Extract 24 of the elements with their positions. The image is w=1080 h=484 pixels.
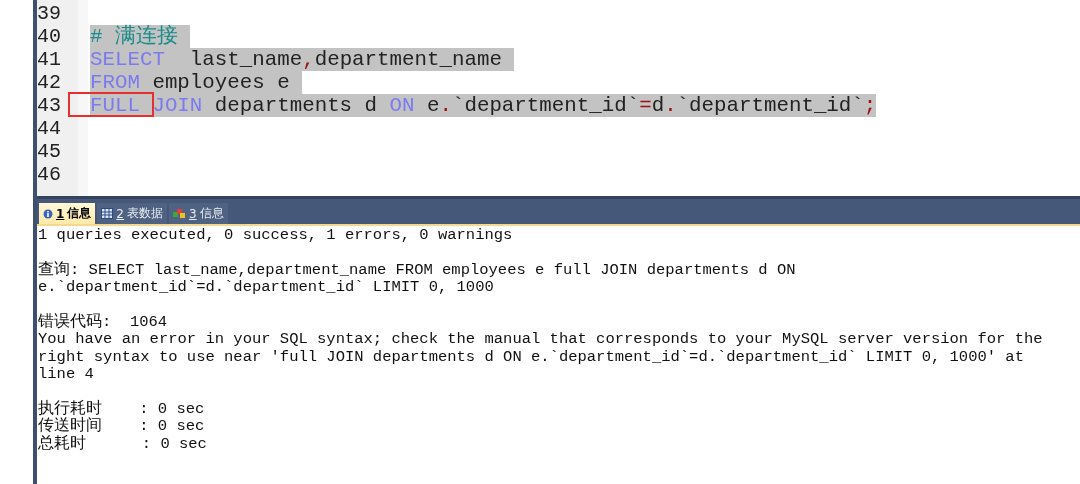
line-number: 39 bbox=[37, 2, 62, 25]
message-line: 错误代码: 1064 bbox=[38, 313, 169, 331]
line-number: 42 bbox=[37, 71, 62, 94]
line-number: 44 bbox=[37, 117, 62, 140]
line-number: 40 bbox=[37, 25, 62, 48]
message-line: 传送时间 : 0 sec bbox=[38, 418, 206, 435]
message-line: 执行耗时 : 0 sec bbox=[38, 400, 206, 418]
message-line: 总耗时 : 0 sec bbox=[38, 435, 208, 453]
info-icon bbox=[43, 208, 53, 219]
blocks-icon bbox=[173, 208, 186, 219]
message-line: 查询: SELECT last_name,department_name FROM employees e full JOIN departments d ON bbox=[38, 261, 797, 279]
result-tab[interactable]: 2 表数据 bbox=[97, 203, 167, 224]
line-number: 46 bbox=[37, 163, 62, 186]
result-tab[interactable]: 1 信息 bbox=[39, 203, 96, 224]
line-number: 45 bbox=[37, 140, 62, 163]
message-line: e.`department_id`=d.`department_id` LIMIT 0, 1000 bbox=[38, 279, 495, 297]
message-line: right syntax to use near 'full JOIN departments d ON e.`department_id`=d.`department_id` LIMIT 0, 1000' at bbox=[38, 348, 1025, 366]
result-tab[interactable]: 3 信息 bbox=[169, 203, 228, 224]
line-number: 41 bbox=[37, 48, 62, 71]
grid-icon bbox=[101, 208, 114, 219]
message-line: line 4 bbox=[38, 366, 95, 384]
message-line: You have an error in your SQL syntax; check the manual that corresponds to your MySQL server version for the bbox=[38, 331, 1044, 349]
line-number: 43 bbox=[37, 94, 62, 117]
message-line: 1 queries executed, 0 success, 1 errors, 0 warnings bbox=[38, 227, 514, 245]
